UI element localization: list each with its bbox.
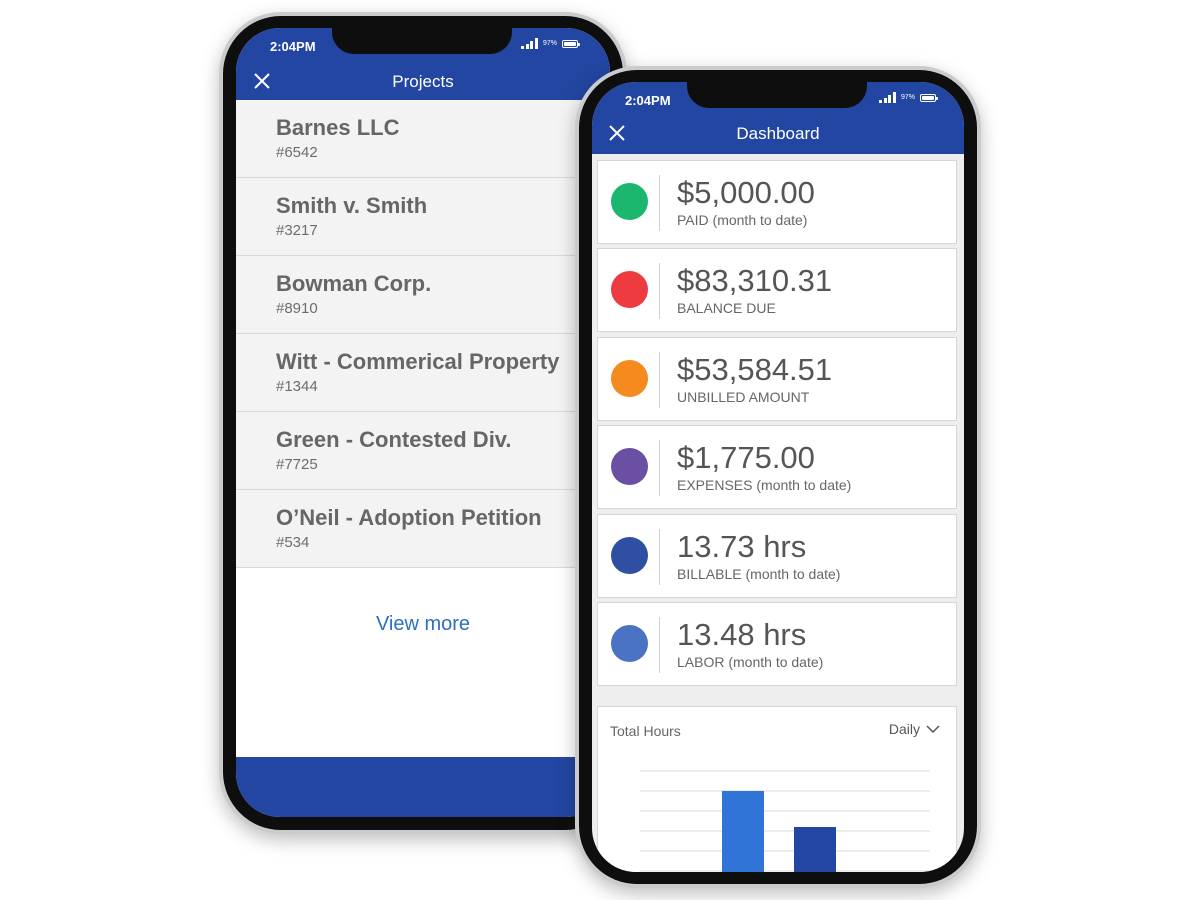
- metric-value: $5,000.00: [677, 175, 815, 210]
- metric-color-dot: [611, 625, 648, 662]
- metric-label-line: LABOR (month to date): [677, 654, 823, 670]
- metric-value: $1,775.00: [677, 440, 815, 476]
- metric-label: LABOR: [677, 654, 725, 670]
- project-number: #7725: [276, 456, 318, 473]
- phone-notch: [332, 28, 512, 54]
- projects-phone: 2:04PM 97% Projects Barnes LLC #6542 Smith…: [219, 12, 627, 834]
- view-more-link[interactable]: View more: [236, 613, 610, 636]
- metric-color-dot: [611, 448, 648, 486]
- project-name: O’Neil - Adoption Petition: [276, 505, 542, 530]
- metric-value: $53,584.51: [677, 351, 833, 387]
- metric-label: UNBILLED AMOUNT: [677, 388, 810, 405]
- project-row[interactable]: O’Neil - Adoption Petition #534: [236, 490, 610, 568]
- metric-label-line: BILLABLE (month to date): [677, 566, 840, 582]
- project-name: Smith v. Smith: [276, 193, 428, 218]
- metric-label: BILLABLE: [677, 565, 742, 582]
- projects-screen: 2:04PM 97% Projects Barnes LLC #6542 Smith…: [236, 28, 610, 817]
- total-hours-panel: Total Hours Daily: [597, 706, 957, 872]
- status-indicators: 97%: [521, 38, 580, 49]
- battery-percent: 97%: [900, 94, 915, 101]
- metric-color-dot: [611, 359, 648, 397]
- metric-qualifier: (month to date): [741, 565, 841, 582]
- status-time: 2:04PM: [625, 93, 671, 108]
- metric-qualifier: (month to date): [708, 212, 808, 228]
- metric-card[interactable]: 13.73 hrs BILLABLE (month to date): [597, 513, 957, 598]
- project-row[interactable]: Bowman Corp. #8910: [236, 256, 610, 334]
- metric-color-dot: [611, 183, 648, 220]
- metric-label-line: PAID (month to date): [677, 212, 807, 228]
- metric-value: 13.73 hrs: [677, 528, 807, 564]
- dashboard-title: Dashboard: [736, 124, 820, 143]
- metric-divider: [659, 617, 660, 673]
- metric-card[interactable]: $53,584.51 UNBILLED AMOUNT: [597, 336, 957, 421]
- project-number: #3217: [276, 222, 318, 239]
- project-row[interactable]: Barnes LLC #6542: [236, 100, 610, 178]
- metric-value: 13.48 hrs: [677, 617, 807, 652]
- metric-card[interactable]: 13.48 hrs LABOR (month to date): [597, 602, 957, 686]
- total-hours-chart: [640, 770, 930, 872]
- signal-icon: [879, 92, 896, 103]
- project-number: #1344: [276, 378, 318, 395]
- project-name: Bowman Corp.: [276, 271, 432, 296]
- metric-label-line: UNBILLED AMOUNT: [677, 389, 809, 405]
- project-row[interactable]: Smith v. Smith #3217: [236, 178, 610, 256]
- chart-bar: [722, 791, 764, 872]
- signal-icon: [521, 38, 538, 49]
- project-name: Green - Contested Div.: [276, 427, 512, 452]
- metric-divider: [659, 440, 660, 497]
- dashboard-screen: 2:04PM 97% Dashboard $5,000.00 PAID (mont…: [592, 82, 964, 872]
- battery-icon: [920, 93, 938, 102]
- metric-value: $83,310.31: [677, 263, 833, 299]
- metric-qualifier: (month to date): [752, 477, 852, 494]
- battery-percent: 97%: [542, 40, 557, 47]
- project-number: #8910: [276, 300, 318, 317]
- metric-divider: [659, 351, 660, 408]
- metric-qualifier: (month to date): [724, 654, 824, 670]
- project-number: #6542: [276, 144, 318, 161]
- metric-divider: [659, 175, 660, 231]
- metric-card[interactable]: $83,310.31 BALANCE DUE: [597, 248, 957, 333]
- chart-bar: [794, 827, 836, 872]
- projects-title: Projects: [392, 72, 454, 91]
- metric-label-line: BALANCE DUE: [677, 300, 776, 316]
- project-row[interactable]: Green - Contested Div. #7725: [236, 412, 610, 490]
- metric-label: PAID: [677, 212, 709, 228]
- metric-color-dot: [611, 271, 648, 309]
- status-time: 2:04PM: [270, 39, 316, 54]
- project-name: Barnes LLC: [276, 115, 400, 140]
- metric-label: EXPENSES: [677, 477, 753, 494]
- project-list: Barnes LLC #6542 Smith v. Smith #3217 Bowman…: [236, 100, 610, 568]
- metric-divider: [659, 263, 660, 320]
- projects-footer-bar: [236, 757, 610, 817]
- metric-card[interactable]: $1,775.00 EXPENSES (month to date): [597, 425, 957, 510]
- metric-label-line: EXPENSES (month to date): [677, 477, 851, 493]
- dashboard-phone: 2:04PM 97% Dashboard $5,000.00 PAID (mont…: [575, 66, 981, 888]
- status-indicators: 97%: [879, 92, 938, 103]
- project-number: #534: [276, 534, 310, 551]
- metric-divider: [659, 528, 660, 585]
- battery-icon: [562, 39, 580, 48]
- metric-label: BALANCE DUE: [677, 300, 776, 317]
- metric-color-dot: [611, 536, 648, 574]
- metric-card[interactable]: $5,000.00 PAID (month to date): [597, 160, 957, 244]
- phone-notch: [687, 82, 867, 108]
- project-name: Witt - Commerical Property: [276, 349, 560, 374]
- project-row[interactable]: Witt - Commerical Property #1344: [236, 334, 610, 412]
